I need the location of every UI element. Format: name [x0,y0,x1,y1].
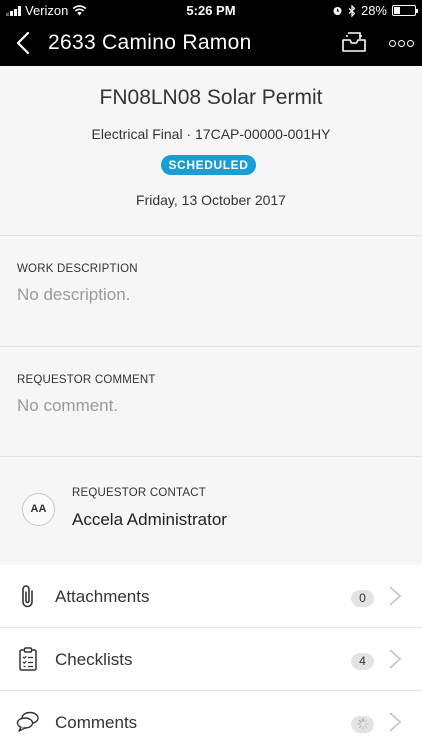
chevron-right-icon [389,712,402,732]
work-description-label: WORK DESCRIPTION [17,263,138,275]
bluetooth-icon [348,4,356,17]
back-chevron-icon [16,31,30,55]
back-button[interactable] [10,26,36,60]
page-title: 2633 Camino Ramon [48,31,252,54]
battery-icon [392,5,418,16]
more-options-icon [388,39,396,47]
record-header: FN08LN08 Solar Permit Electrical Final ·… [0,66,422,236]
requestor-contact-name: Accela Administrator [72,510,227,529]
loading-badge [351,716,374,733]
list-item-label: Checklists [55,650,133,669]
requestor-comment-value: No comment. [17,396,119,415]
loading-spinner-icon [356,718,369,730]
requestor-comment-section: REQUESTOR COMMENT No comment. [0,347,422,457]
list-item-label: Comments [55,713,138,732]
clipboard-checklist-icon [19,647,37,671]
list-item-label: Attachments [55,587,150,606]
status-bar: Verizon 5:26 PM 28% [0,0,422,20]
work-description-value: No description. [17,285,131,304]
work-description-section: WORK DESCRIPTION No description. [0,236,422,347]
requestor-comment-label: REQUESTOR COMMENT [17,374,156,386]
chevron-right-icon [389,649,402,669]
navigation-bar: 2633 Camino Ramon [0,20,422,66]
requestor-contact-section[interactable]: AA REQUESTOR CONTACT Accela Administrato… [0,457,422,565]
battery-percent: 28% [360,3,387,18]
requestor-contact-label: REQUESTOR CONTACT [72,487,206,499]
speech-bubbles-icon [16,711,39,732]
count-badge: 4 [351,653,374,670]
inbox-button[interactable] [340,30,370,56]
more-options-dot [397,39,405,47]
list-item-comments[interactable]: Comments [0,691,422,750]
count-badge: 0 [351,590,374,607]
record-date: Friday, 13 October 2017 [136,192,286,208]
chevron-right-icon [389,586,402,606]
inbox-tray-icon [342,32,366,52]
list-item-checklists[interactable]: Checklists 4 [0,628,422,691]
paperclip-icon [22,585,33,608]
avatar: AA [22,493,55,526]
alarm-icon [333,7,342,15]
status-badge: SCHEDULED [161,155,256,175]
record-subtitle: Electrical Final · 17CAP-00000-001HY [91,126,331,142]
record-title: FN08LN08 Solar Permit [99,86,323,109]
more-options-dot [406,39,414,47]
related-items-list: Attachments 0 Checklists 4 Comments [0,565,422,750]
more-options-button[interactable] [386,32,416,54]
list-item-attachments[interactable]: Attachments 0 [0,565,422,628]
